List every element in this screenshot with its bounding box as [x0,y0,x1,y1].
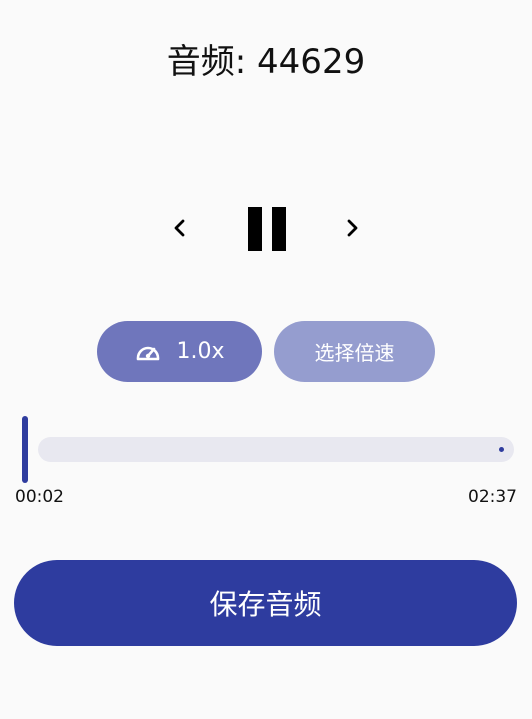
page-title: 音频: 44629 [166,42,366,82]
transport-controls [0,198,532,258]
choose-speed-button[interactable]: 选择倍速 [274,321,435,382]
pause-button[interactable] [238,204,294,254]
choose-speed-label: 选择倍速 [314,341,395,365]
previous-button[interactable] [160,208,200,248]
chevron-left-icon [174,219,185,237]
seek-end-marker [499,447,504,452]
seek-handle[interactable] [22,416,28,483]
speed-controls: 1.0x 选择倍速 [0,321,532,383]
speed-button[interactable]: 1.0x [97,321,262,382]
pause-icon [246,204,286,254]
seek-bar [0,414,532,486]
chevron-right-icon [347,219,358,237]
seek-fill [38,437,44,462]
speed-value: 1.0x [176,339,225,364]
seek-track[interactable] [38,437,514,462]
audio-player-screen: 音频: 44629 1.0x 选择倍速 00:02 02:37 保存音频 [0,0,532,719]
total-time: 02:37 [468,487,517,507]
speedometer-icon [137,346,160,360]
save-audio-button[interactable]: 保存音频 [14,560,517,646]
current-time: 00:02 [15,487,64,507]
next-button[interactable] [332,208,372,248]
save-audio-label: 保存音频 [209,588,322,621]
